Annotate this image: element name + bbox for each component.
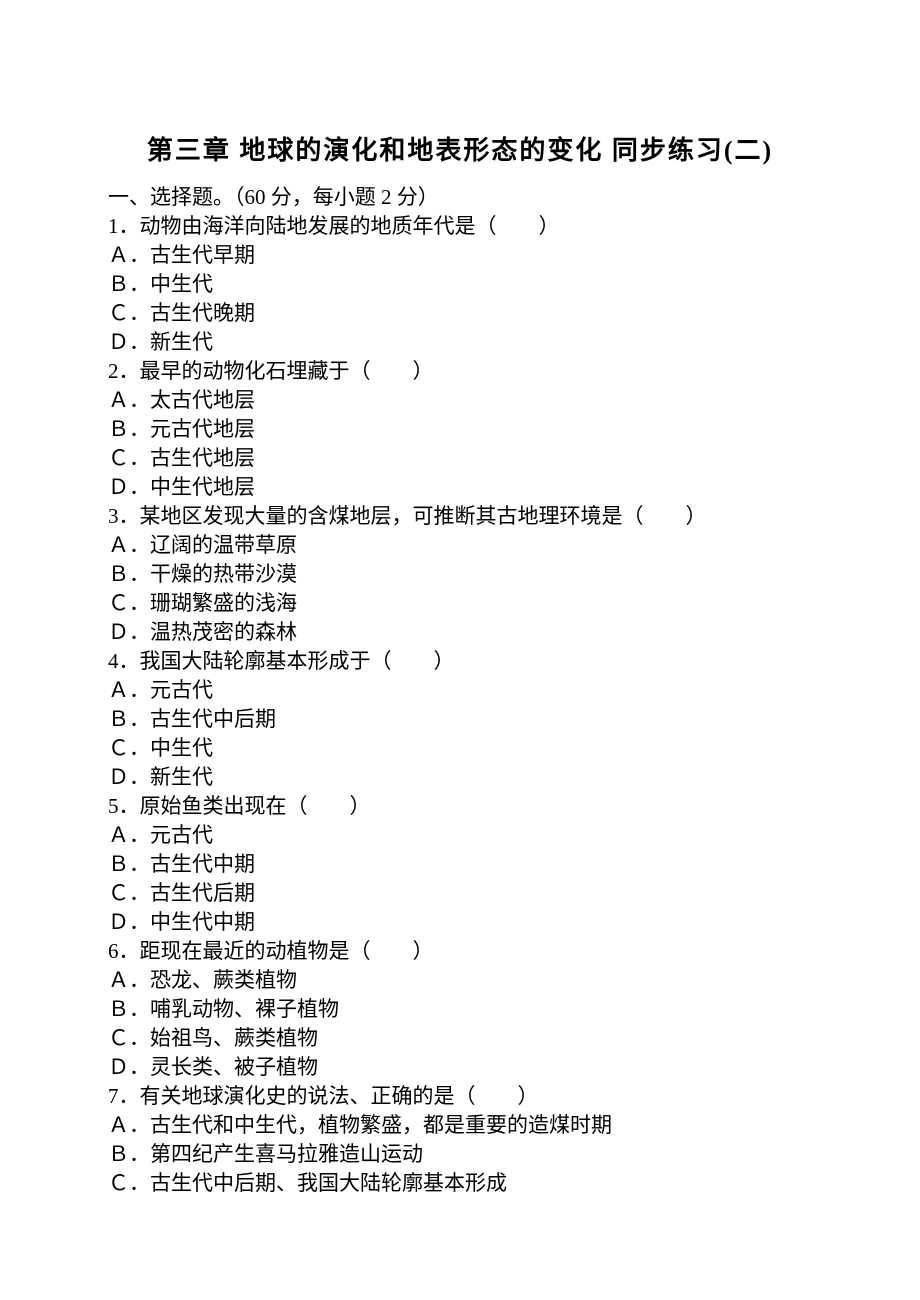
option-b: Ｂ．古生代中期: [108, 850, 812, 879]
question-stem: 7．有关地球演化史的说法、正确的是（ ）: [108, 1082, 812, 1111]
chapter-title: 第三章 地球的演化和地表形态的变化 同步练习(二): [108, 130, 812, 167]
option-a: Ａ．古生代和中生代，植物繁盛，都是重要的造煤时期: [108, 1111, 812, 1140]
option-a: Ａ．恐龙、蕨类植物: [108, 966, 812, 995]
document-content: 第三章 地球的演化和地表形态的变化 同步练习(二) 一、选择题。（60 分，每小…: [108, 130, 812, 1198]
option-a: Ａ．太古代地层: [108, 386, 812, 415]
option-d: Ｄ．中生代中期: [108, 908, 812, 937]
question-6: 6．距现在最近的动植物是（ ） Ａ．恐龙、蕨类植物 Ｂ．哺乳动物、裸子植物 Ｃ．…: [108, 937, 812, 1082]
option-c: Ｃ．中生代: [108, 734, 812, 763]
option-d: Ｄ．灵长类、被子植物: [108, 1053, 812, 1082]
option-b: Ｂ．中生代: [108, 270, 812, 299]
question-5: 5．原始鱼类出现在（ ） Ａ．元古代 Ｂ．古生代中期 Ｃ．古生代后期 Ｄ．中生代…: [108, 792, 812, 937]
option-c: Ｃ．古生代地层: [108, 444, 812, 473]
option-c: Ｃ．古生代后期: [108, 879, 812, 908]
question-3: 3．某地区发现大量的含煤地层，可推断其古地理环境是（ ） Ａ．辽阔的温带草原 Ｂ…: [108, 502, 812, 647]
option-d: Ｄ．温热茂密的森林: [108, 618, 812, 647]
option-c: Ｃ．始祖鸟、蕨类植物: [108, 1024, 812, 1053]
option-c: Ｃ．古生代中后期、我国大陆轮廓基本形成: [108, 1169, 812, 1198]
question-stem: 5．原始鱼类出现在（ ）: [108, 792, 812, 821]
question-7: 7．有关地球演化史的说法、正确的是（ ） Ａ．古生代和中生代，植物繁盛，都是重要…: [108, 1082, 812, 1198]
option-b: Ｂ．第四纪产生喜马拉雅造山运动: [108, 1140, 812, 1169]
question-stem: 2．最早的动物化石埋藏于（ ）: [108, 357, 812, 386]
question-4: 4．我国大陆轮廓基本形成于（ ） Ａ．元古代 Ｂ．古生代中后期 Ｃ．中生代 Ｄ．…: [108, 647, 812, 792]
option-d: Ｄ．新生代: [108, 763, 812, 792]
option-b: Ｂ．哺乳动物、裸子植物: [108, 995, 812, 1024]
option-c: Ｃ．古生代晚期: [108, 299, 812, 328]
option-a: Ａ．元古代: [108, 821, 812, 850]
option-d: Ｄ．新生代: [108, 328, 812, 357]
question-1: 1．动物由海洋向陆地发展的地质年代是（ ） Ａ．古生代早期 Ｂ．中生代 Ｃ．古生…: [108, 212, 812, 357]
question-stem: 1．动物由海洋向陆地发展的地质年代是（ ）: [108, 212, 812, 241]
question-stem: 6．距现在最近的动植物是（ ）: [108, 937, 812, 966]
option-b: Ｂ．元古代地层: [108, 415, 812, 444]
option-b: Ｂ．古生代中后期: [108, 705, 812, 734]
option-b: Ｂ．干燥的热带沙漠: [108, 560, 812, 589]
option-a: Ａ．辽阔的温带草原: [108, 531, 812, 560]
option-a: Ａ．元古代: [108, 676, 812, 705]
question-2: 2．最早的动物化石埋藏于（ ） Ａ．太古代地层 Ｂ．元古代地层 Ｃ．古生代地层 …: [108, 357, 812, 502]
question-stem: 3．某地区发现大量的含煤地层，可推断其古地理环境是（ ）: [108, 502, 812, 531]
option-c: Ｃ．珊瑚繁盛的浅海: [108, 589, 812, 618]
option-d: Ｄ．中生代地层: [108, 473, 812, 502]
question-stem: 4．我国大陆轮廓基本形成于（ ）: [108, 647, 812, 676]
option-a: Ａ．古生代早期: [108, 241, 812, 270]
section-header: 一、选择题。（60 分，每小题 2 分）: [108, 183, 812, 212]
